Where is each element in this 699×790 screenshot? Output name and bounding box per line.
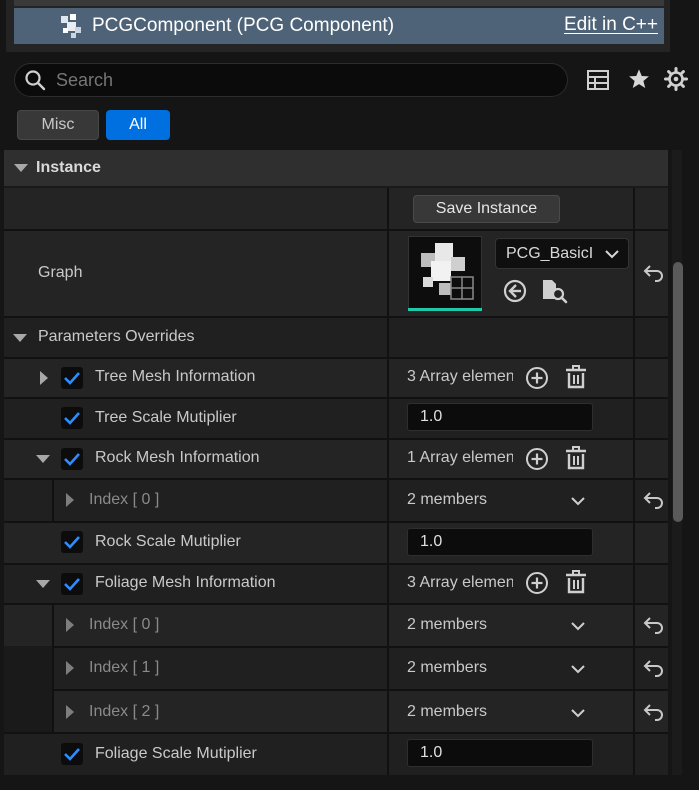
foliage-index-1-label: Index [ 1 ] [89, 659, 160, 676]
rock-mesh-label: Rock Mesh Information [95, 449, 260, 466]
use-selected-asset-icon[interactable] [502, 278, 528, 304]
scrollbar-thumb[interactable] [673, 262, 683, 522]
collapse-arrow-icon[interactable] [36, 455, 50, 463]
pcg-graph-asset-icon [421, 243, 474, 300]
component-list-edge [14, 0, 664, 6]
column-divider [633, 188, 635, 775]
reset-to-default-icon[interactable] [643, 489, 665, 511]
filter-tab-all[interactable]: All [106, 110, 170, 140]
expand-arrow-icon[interactable] [66, 618, 74, 632]
add-element-icon[interactable] [525, 447, 549, 471]
chevron-down-icon[interactable] [570, 495, 586, 507]
panel-bottom-edge [4, 776, 668, 790]
tree-scale-label: Tree Scale Mutiplier [95, 409, 237, 426]
pcg-component-icon [61, 14, 81, 38]
foliage-scale-label: Foliage Scale Mutiplier [95, 745, 257, 762]
rock-scale-input[interactable]: 1.0 [407, 528, 593, 556]
chevron-down-icon[interactable] [570, 707, 586, 719]
reset-to-default-icon[interactable] [643, 262, 665, 284]
edit-in-cpp-link[interactable]: Edit in C++ [564, 14, 658, 36]
rock-scale-label: Rock Scale Mutiplier [95, 533, 241, 550]
expand-arrow-icon[interactable] [66, 661, 74, 675]
trash-icon[interactable] [564, 446, 588, 472]
rock-mesh-value: 1 Array elements [407, 449, 513, 466]
foliage-index-2-value: 2 members [407, 703, 488, 720]
checkmark-icon [64, 578, 80, 591]
reset-to-default-icon[interactable] [643, 614, 665, 636]
column-divider [387, 188, 389, 775]
expand-arrow-icon[interactable] [40, 371, 48, 385]
trash-icon[interactable] [564, 570, 588, 596]
trash-icon[interactable] [564, 365, 588, 391]
foliage-mesh-label: Foliage Mesh Information [95, 574, 276, 591]
search-input[interactable] [54, 68, 538, 92]
checkmark-icon [64, 412, 80, 425]
component-row[interactable]: PCGComponent (PCG Component) Edit in C++ [14, 8, 664, 44]
foliage-index-1-value: 2 members [407, 659, 488, 676]
expand-arrow-icon[interactable] [66, 493, 74, 507]
parameters-overrides-label: Parameters Overrides [38, 328, 195, 345]
asset-type-bar [408, 308, 482, 311]
checkmark-icon [64, 453, 80, 466]
save-instance-row [4, 188, 668, 229]
expand-arrow-icon[interactable] [66, 705, 74, 719]
search-box[interactable] [14, 63, 568, 97]
collapse-arrow-icon[interactable] [14, 164, 28, 172]
foliage-index-0-value: 2 members [407, 616, 488, 633]
checkmark-icon [64, 536, 80, 549]
collapse-arrow-icon[interactable] [13, 334, 27, 342]
graph-asset-dropdown[interactable]: PCG_BasicI [495, 238, 629, 269]
indent-guide [52, 480, 54, 521]
star-icon[interactable] [626, 66, 652, 92]
rock-index-0-label: Index [ 0 ] [89, 491, 160, 508]
gear-icon[interactable] [663, 66, 689, 92]
section-header-instance[interactable]: Instance [4, 150, 668, 186]
add-element-icon[interactable] [525, 366, 549, 390]
chevron-down-icon[interactable] [570, 620, 586, 632]
graph-thumbnail[interactable] [408, 236, 482, 310]
save-instance-button[interactable]: Save Instance [413, 195, 560, 223]
search-icon [25, 70, 46, 91]
foliage-scale-input[interactable]: 1.0 [407, 739, 593, 767]
filter-tab-misc[interactable]: Misc [17, 110, 99, 140]
collapse-arrow-icon[interactable] [36, 580, 50, 588]
foliage-mesh-value: 3 Array elements [407, 574, 513, 591]
component-title: PCGComponent (PCG Component) [92, 15, 395, 36]
graph-asset-name: PCG_BasicI [506, 244, 594, 262]
tree-mesh-checkbox[interactable] [61, 367, 83, 389]
chevron-down-icon[interactable] [570, 663, 586, 675]
tree-scale-checkbox[interactable] [61, 407, 83, 429]
add-element-icon[interactable] [525, 571, 549, 595]
foliage-index-2-label: Index [ 2 ] [89, 703, 160, 720]
foliage-mesh-checkbox[interactable] [61, 573, 83, 595]
foliage-scale-checkbox[interactable] [61, 743, 83, 765]
tree-mesh-value: 3 Array elements [407, 368, 513, 385]
tree-scale-input[interactable]: 1.0 [407, 403, 593, 431]
tree-mesh-label: Tree Mesh Information [95, 368, 256, 385]
graph-label: Graph [38, 264, 83, 281]
rock-scale-checkbox[interactable] [61, 531, 83, 553]
chevron-down-icon [605, 249, 619, 258]
rock-index-0-value: 2 members [407, 491, 488, 508]
rock-mesh-checkbox[interactable] [61, 448, 83, 470]
checkmark-icon [64, 748, 80, 761]
reset-to-default-icon[interactable] [643, 657, 665, 679]
table-view-icon[interactable] [585, 67, 611, 93]
section-title: Instance [36, 159, 101, 176]
browse-asset-icon[interactable] [540, 277, 568, 305]
reset-to-default-icon[interactable] [643, 701, 665, 723]
checkmark-icon [64, 372, 80, 385]
foliage-index-0-label: Index [ 0 ] [89, 616, 160, 633]
